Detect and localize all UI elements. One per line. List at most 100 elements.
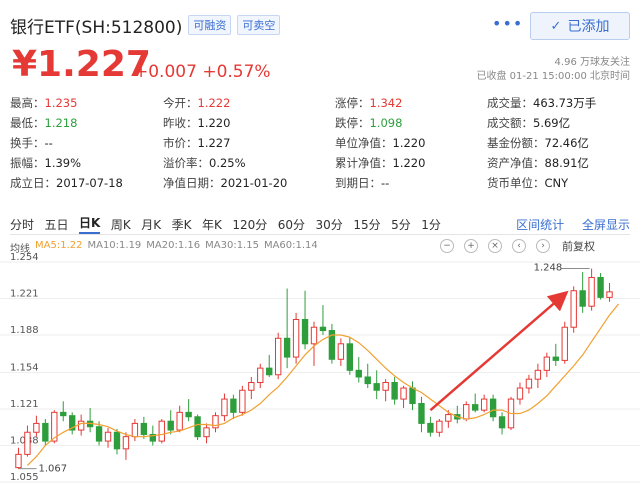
- add-button-label: 已添加: [567, 19, 610, 35]
- stat-label: 累计净值：: [335, 156, 393, 170]
- stats-grid: 最高：1.235 今开：1.222 涨停：1.342 成交量：463.73万手 最低：1…: [10, 93, 630, 193]
- stat-item: 今开：1.222: [163, 93, 335, 113]
- tab-period[interactable]: 30分: [316, 216, 343, 233]
- candle-body: [409, 387, 416, 405]
- candle-body: [570, 290, 577, 328]
- short-tag[interactable]: 可卖空: [237, 15, 281, 35]
- stat-label: 成交量：: [487, 96, 533, 110]
- zoom-reset-icon[interactable]: ×: [488, 239, 502, 253]
- candle-body: [42, 422, 49, 442]
- stat-value: 1.39%: [44, 156, 82, 170]
- scroll-left-icon[interactable]: ‹: [512, 239, 526, 253]
- candle-body: [60, 411, 67, 417]
- candle-body: [516, 387, 524, 400]
- add-watchlist-button[interactable]: ✓ 已添加: [530, 12, 630, 40]
- fullscreen-link[interactable]: 全屏显示: [582, 218, 630, 232]
- stat-item: 资产净值：88.91亿: [487, 153, 630, 173]
- candle-body: [158, 420, 165, 442]
- scroll-right-icon[interactable]: ›: [536, 239, 550, 253]
- y-tick-label: 1.221: [10, 288, 39, 299]
- tab-period[interactable]: 日K: [79, 214, 101, 234]
- period-tabs: 分时 五日 日K 周K 月K 季K 年K 120分 60分 30分 15分 5分 1分 区间统计 全屏显…: [10, 213, 630, 235]
- tab-period[interactable]: 五日: [45, 216, 69, 233]
- candle-body: [140, 422, 148, 435]
- margin-tag[interactable]: 可融资: [188, 15, 232, 35]
- candle-body: [131, 422, 139, 438]
- candle-body: [355, 369, 362, 378]
- kline-chart[interactable]: 1.2541.2211.1881.1541.1211.0881.0551.248…: [0, 252, 640, 487]
- ellipsis-icon[interactable]: •••: [492, 14, 523, 33]
- stat-item: 成交额：5.69亿: [487, 113, 630, 133]
- tab-period[interactable]: 周K: [111, 216, 131, 233]
- current-price: ¥1.227: [12, 44, 151, 85]
- tab-period[interactable]: 120分: [232, 216, 267, 233]
- stock-header: 银行ETF(SH:512800) 可融资 可卖空: [10, 12, 281, 38]
- stat-label: 净值日期：: [163, 176, 221, 190]
- stat-item: 单位净值：1.220: [335, 133, 487, 153]
- candle-body: [176, 411, 183, 431]
- candle-body: [167, 420, 174, 431]
- candle-body: [266, 367, 273, 376]
- stat-item: 换手：--: [10, 133, 163, 153]
- y-tick-label: 1.121: [10, 399, 39, 410]
- candle-body: [319, 326, 327, 332]
- stat-label: 换手：: [10, 136, 45, 150]
- candle-body: [382, 382, 389, 391]
- candle-body: [185, 411, 192, 418]
- candle-body: [33, 422, 40, 433]
- stat-label: 到期日：: [335, 176, 381, 190]
- candle-body: [561, 326, 568, 361]
- candle-body: [248, 382, 255, 391]
- stats-row: 最高：1.235 今开：1.222 涨停：1.342 成交量：463.73万手: [10, 93, 630, 113]
- candle-body: [15, 453, 22, 469]
- tab-period[interactable]: 1分: [421, 216, 441, 233]
- candle-body: [373, 383, 380, 391]
- stat-item: 基金份额：72.46亿: [487, 133, 630, 153]
- candle-body: [579, 290, 586, 307]
- stats-row: 振幅：1.39% 溢价率：0.25% 累计净值：1.220 资产净值：88.91亿: [10, 153, 630, 173]
- stats-row: 成立日：2017-07-18 净值日期：2021-01-20 到期日：-- 货币单位：…: [10, 173, 630, 193]
- tab-period[interactable]: 15分: [353, 216, 380, 233]
- candle-body: [292, 318, 300, 358]
- candle-body: [391, 382, 398, 400]
- low-label: 1.067: [38, 464, 67, 475]
- zoom-in-icon[interactable]: +: [464, 239, 478, 253]
- y-tick-label: 1.254: [10, 252, 39, 263]
- stat-value: 88.91亿: [544, 156, 589, 170]
- candle-body: [400, 387, 407, 400]
- follow-info: 4.96 万球友关注 已收盘 01-21 15:00:00 北京时间: [476, 56, 630, 84]
- range-stats-link[interactable]: 区间统计: [516, 218, 564, 232]
- candle-body: [203, 427, 210, 438]
- stat-item: 市价：1.227: [163, 133, 335, 153]
- stat-value: 1.227: [197, 136, 231, 150]
- candle-body: [283, 337, 291, 358]
- candle-body: [95, 426, 103, 442]
- stat-item: 成交量：463.73万手: [487, 93, 630, 113]
- tab-period[interactable]: 分时: [10, 216, 34, 233]
- high-label: 1.248: [534, 263, 563, 274]
- stats-row: 换手：-- 市价：1.227 单位净值：1.220 基金份额：72.46亿: [10, 133, 630, 153]
- candle-body: [552, 356, 559, 361]
- tab-period[interactable]: 年K: [202, 216, 222, 233]
- tab-period[interactable]: 季K: [172, 216, 192, 233]
- stat-value: 463.73万手: [533, 96, 597, 110]
- tab-period[interactable]: 60分: [278, 216, 305, 233]
- stats-row: 最低：1.218 昨收：1.220 跌停：1.098 成交额：5.69亿: [10, 113, 630, 133]
- y-tick-label: 1.154: [10, 363, 39, 374]
- stat-value: CNY: [544, 176, 569, 190]
- candle-body: [418, 403, 425, 424]
- candle-body: [463, 404, 470, 420]
- tab-period[interactable]: 5分: [391, 216, 411, 233]
- candle-body: [194, 416, 201, 438]
- stat-item: 最高：1.235: [10, 93, 163, 113]
- candle-body: [113, 431, 121, 450]
- zoom-out-icon[interactable]: −: [440, 239, 454, 253]
- candle-body: [239, 389, 246, 413]
- tab-period[interactable]: 月K: [141, 216, 161, 233]
- stat-value: 1.220: [197, 116, 231, 130]
- stat-item: 累计净值：1.220: [335, 153, 487, 173]
- candle-body: [122, 436, 130, 450]
- stat-label: 成交额：: [487, 116, 533, 130]
- stat-label: 今开：: [163, 96, 198, 110]
- candle-body: [364, 376, 371, 385]
